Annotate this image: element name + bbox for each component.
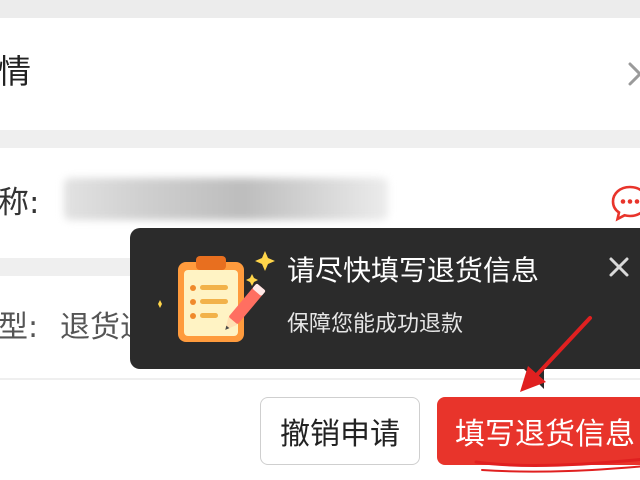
tooltip-subtitle: 保障您能成功退款	[287, 312, 464, 337]
page-title: 情	[0, 52, 31, 91]
top-strip	[0, 0, 640, 18]
refund-type-label: 型:	[0, 310, 39, 345]
header-card	[0, 18, 640, 130]
close-icon[interactable]	[624, 56, 640, 90]
shop-name-blurred	[64, 178, 388, 220]
tooltip-title: 请尽快填写退货信息	[287, 254, 540, 287]
close-icon[interactable]	[604, 252, 634, 282]
cancel-request-button[interactable]: 撤销申请	[260, 397, 420, 465]
shop-name-label: 称:	[0, 185, 40, 221]
refund-detail-page: 情 称: 型: 退货退款 撤销申请 填写退货信息 请尽快填写退货信息 保障您能成…	[0, 0, 640, 480]
tooltip-pointer	[520, 365, 544, 389]
chat-bubble-icon[interactable]	[610, 183, 640, 223]
clipboard-pencil-icon	[158, 251, 275, 342]
fill-return-info-button[interactable]: 填写退货信息	[437, 397, 640, 465]
